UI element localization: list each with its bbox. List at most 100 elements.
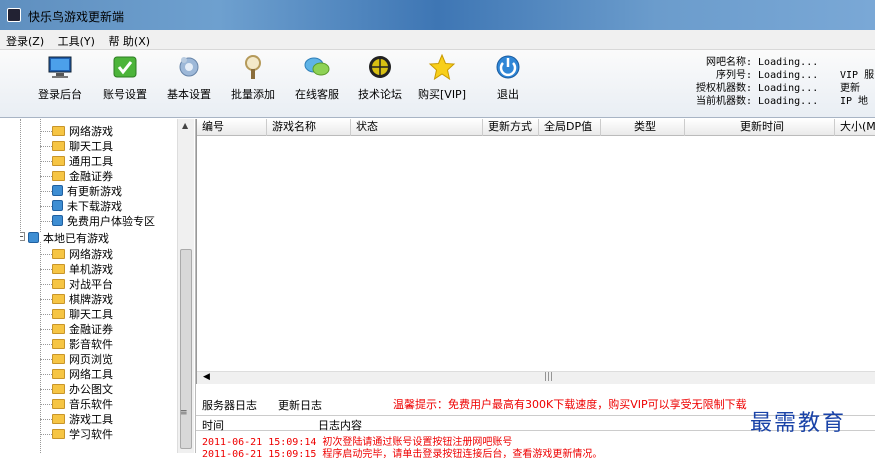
folder-icon [52, 126, 65, 136]
tree-item-updated-games[interactable]: 有更新游戏 [40, 183, 122, 198]
folder-icon [52, 156, 65, 166]
login-backend-button[interactable]: 登录后台 [38, 54, 82, 102]
game-table[interactable]: 编号 游戏名称 状态 更新方式 全局DP值 类型 更新时间 大小(M ◀ ||| [196, 119, 875, 384]
col-update-mode[interactable]: 更新方式 [483, 119, 539, 136]
batch-add-button[interactable]: 批量添加 [231, 54, 275, 102]
folder-icon [52, 324, 65, 334]
tree-item-online-games[interactable]: 网络游戏 [40, 123, 113, 138]
folder-icon [52, 141, 65, 151]
tree-item-chat-tools[interactable]: 聊天工具 [40, 138, 113, 153]
check-icon [113, 56, 137, 78]
online-service-button[interactable]: 在线客服 [295, 54, 339, 102]
vip-info-panel: VIP 服 更新 IP 地 [840, 69, 874, 108]
log-col-time: 时间 [202, 419, 224, 432]
exit-label: 退出 [497, 88, 519, 101]
download-tip: 温馨提示：免费用户最高有300K下载速度，购买VIP可以享受无限制下载 [393, 398, 747, 411]
tree-item-web-browsing[interactable]: 网页浏览 [40, 351, 113, 366]
tree-item-learning-software[interactable]: 学习软件 [40, 426, 113, 441]
tree-root-local-games[interactable]: 本地已有游戏 [28, 230, 109, 245]
menu-bar: 登录(Z) 工具(Y) 帮 助(X) [0, 30, 875, 50]
vip-icon [52, 185, 63, 196]
tree-item-free-trial[interactable]: 免费用户体验专区 [40, 213, 155, 228]
tree-item-battle-platform[interactable]: 对战平台 [40, 276, 113, 291]
log-scroll-icon[interactable]: ≡ [180, 408, 188, 418]
tree-item-network-tools[interactable]: 网络工具 [40, 366, 113, 381]
tree-item-media-software[interactable]: 影音软件 [40, 336, 113, 351]
category-tree[interactable]: 网络游戏 聊天工具 通用工具 金融证券 有更新游戏 未下载游戏 免费用户体验专区… [20, 119, 196, 453]
folder-icon [52, 279, 65, 289]
tree-scroll-thumb[interactable] [180, 249, 192, 449]
scroll-left-icon[interactable]: ◀ [203, 372, 210, 382]
info-row-serial: 序列号: Loading... [715, 70, 819, 81]
globe-icon [369, 56, 391, 78]
col-global-dp[interactable]: 全局DP值 [539, 119, 601, 136]
tree-scrollbar[interactable]: ▲ [177, 119, 194, 453]
col-update-time[interactable]: 更新时间 [685, 119, 835, 136]
folder-icon [52, 249, 65, 259]
folder-icon [52, 171, 65, 181]
online-service-label: 在线客服 [295, 88, 339, 101]
buy-vip-button[interactable]: 购买[VIP] [418, 54, 466, 102]
folder-icon [52, 384, 65, 394]
folder-icon [52, 414, 65, 424]
table-header: 编号 游戏名称 状态 更新方式 全局DP值 类型 更新时间 大小(M [197, 119, 875, 136]
menu-help[interactable]: 帮 助(X) [108, 33, 150, 49]
tree-item-office-graphics[interactable]: 办公图文 [40, 381, 113, 396]
folder-icon [52, 294, 65, 304]
tree-item-board-games[interactable]: 棋牌游戏 [40, 291, 113, 306]
folder-icon [52, 264, 65, 274]
info-row-current: 当前机器数: Loading... [695, 96, 819, 107]
magnifier-icon [245, 55, 261, 79]
folder-icon [52, 399, 65, 409]
folder-icon [52, 309, 65, 319]
menu-login[interactable]: 登录(Z) [6, 33, 44, 49]
menu-tools[interactable]: 工具(Y) [58, 33, 95, 49]
buy-vip-label: 购买[VIP] [418, 88, 466, 101]
ip-address-text: IP 地 [840, 96, 869, 107]
basic-settings-button[interactable]: 基本设置 [167, 54, 211, 102]
title-bar: 快乐鸟游戏更新端 [0, 0, 875, 30]
account-settings-button[interactable]: 账号设置 [103, 54, 147, 102]
exit-button[interactable]: 退出 [494, 54, 522, 102]
tree-item-general-tools[interactable]: 通用工具 [40, 153, 113, 168]
tree-item-not-downloaded[interactable]: 未下载游戏 [40, 198, 122, 213]
basic-settings-label: 基本设置 [167, 88, 211, 101]
folder-icon [52, 339, 65, 349]
scroll-up-icon[interactable]: ▲ [182, 121, 188, 130]
tab-update-log[interactable]: 更新日志 [278, 397, 322, 413]
app-icon [7, 8, 21, 22]
tree-item-game-tools[interactable]: 游戏工具 [40, 411, 113, 426]
folder-icon [52, 354, 65, 364]
vip-service-text: VIP 服 [840, 70, 875, 81]
scroll-grip-icon[interactable]: ||| [544, 372, 553, 382]
info-row-name: 网吧名称: Loading... [705, 57, 819, 68]
col-status[interactable]: 状态 [351, 119, 483, 136]
watermark: 最需教育 [750, 411, 847, 436]
col-game-name[interactable]: 游戏名称 [267, 119, 351, 136]
vip-icon [52, 200, 63, 211]
col-type[interactable]: 类型 [601, 119, 685, 136]
tree-item-local-finance[interactable]: 金融证券 [40, 321, 113, 336]
tree-item-local-online-games[interactable]: 网络游戏 [40, 246, 113, 261]
tab-server-log[interactable]: 服务器日志 [202, 397, 257, 413]
update-text: 更新 [840, 83, 860, 94]
tree-item-music-software[interactable]: 音乐软件 [40, 396, 113, 411]
computer-icon [28, 232, 39, 243]
collapse-toggle[interactable]: − [20, 232, 25, 241]
exit-icon [496, 55, 520, 79]
window-title: 快乐鸟游戏更新端 [28, 10, 125, 24]
table-hscrollbar[interactable]: ◀ ||| [197, 371, 875, 384]
tree-item-single-games[interactable]: 单机游戏 [40, 261, 113, 276]
col-id[interactable]: 编号 [197, 119, 267, 136]
tree-item-finance[interactable]: 金融证券 [40, 168, 113, 183]
folder-icon [52, 429, 65, 439]
log-col-content: 日志内容 [318, 419, 362, 432]
chat-icon [304, 57, 330, 76]
login-backend-label: 登录后台 [38, 88, 82, 101]
tree-item-local-chat-tools[interactable]: 聊天工具 [40, 306, 113, 321]
tech-forum-label: 技术论坛 [358, 88, 402, 101]
star-icon [428, 54, 456, 80]
account-settings-label: 账号设置 [103, 88, 147, 101]
tech-forum-button[interactable]: 技术论坛 [358, 54, 402, 102]
col-size[interactable]: 大小(M [835, 119, 875, 136]
